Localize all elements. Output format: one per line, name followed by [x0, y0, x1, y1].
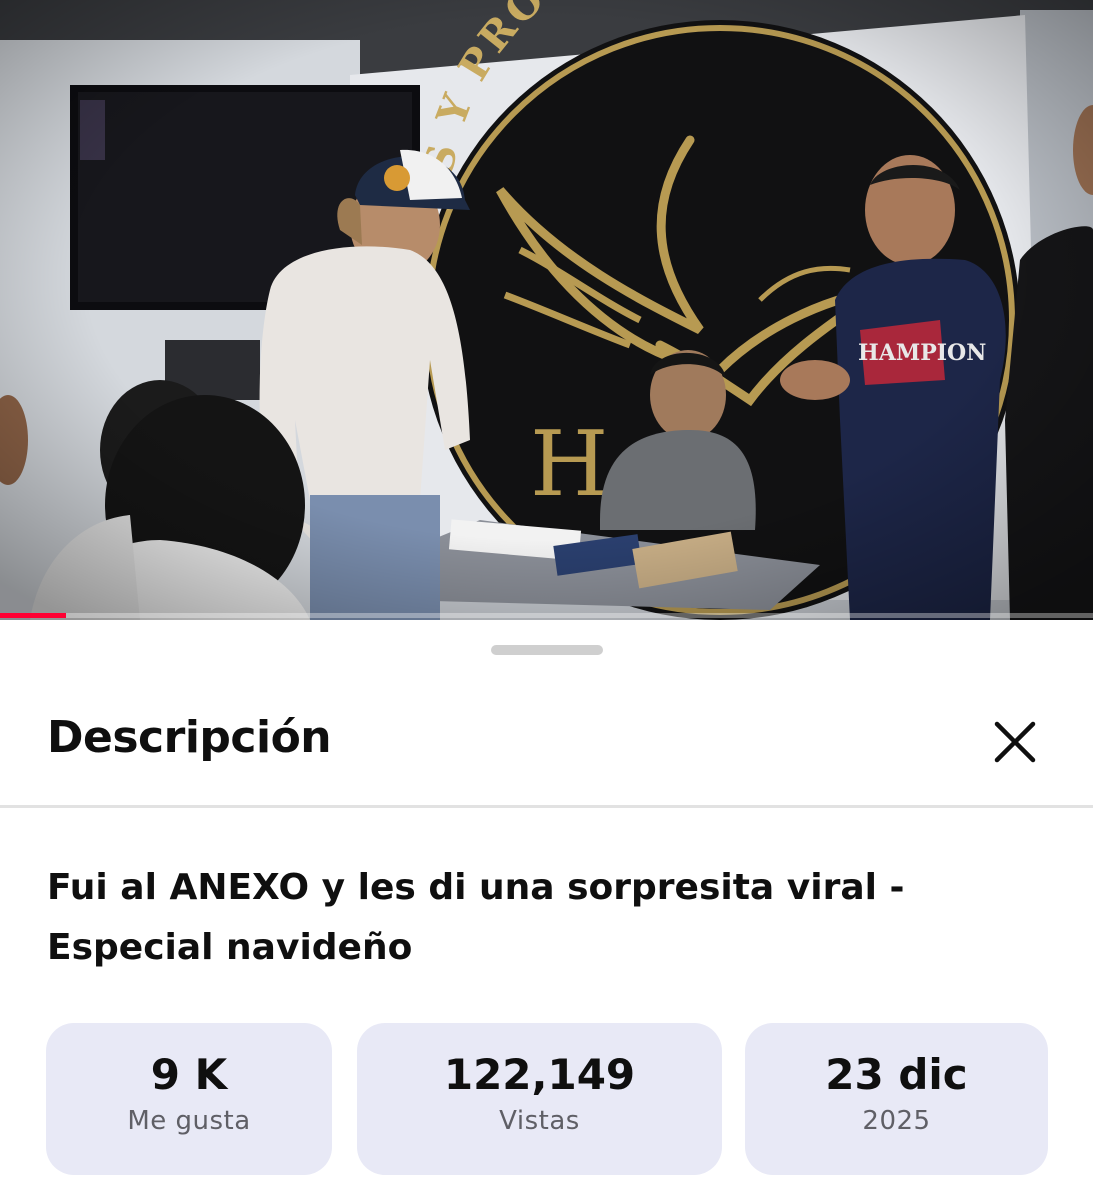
publish-date: 23 dic	[825, 1050, 968, 1099]
views-label: Vistas	[499, 1106, 580, 1136]
drag-handle[interactable]	[491, 645, 603, 655]
video-player[interactable]: AS Y PROMESAS DEL M H	[0, 0, 1093, 620]
video-progress-fill	[0, 613, 66, 618]
date-stat: 23 dic 2025	[745, 1023, 1048, 1175]
likes-stat: 9 K Me gusta	[46, 1023, 332, 1175]
close-button[interactable]	[985, 712, 1045, 772]
video-title: Fui al ANEXO y les di una sorpresita vir…	[47, 867, 905, 968]
close-icon	[994, 721, 1036, 763]
description-sheet: Descripción Fui al ANEXO y les di una so…	[0, 620, 1093, 1200]
publish-year: 2025	[862, 1106, 931, 1136]
video-frame: AS Y PROMESAS DEL M H	[0, 0, 1093, 620]
sheet-title: Descripción	[47, 712, 332, 763]
video-progress-bar[interactable]	[0, 613, 1093, 618]
views-stat: 122,149 Vistas	[357, 1023, 722, 1175]
likes-count: 9 K	[150, 1050, 228, 1099]
likes-label: Me gusta	[127, 1106, 251, 1136]
divider	[0, 805, 1093, 808]
views-count: 122,149	[443, 1050, 636, 1099]
